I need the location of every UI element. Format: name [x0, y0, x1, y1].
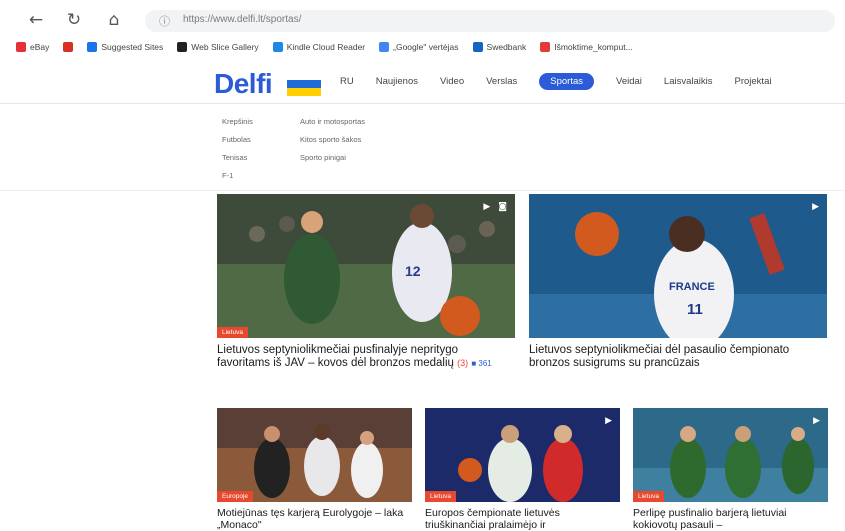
views-value: 361 — [478, 359, 492, 368]
media-icons: ▶ — [813, 416, 820, 426]
basketball-photo-2: FRANCE 11 — [529, 194, 827, 338]
article-headline[interactable]: Motiejūnas tęs karjerą Eurolygoje – laka… — [217, 507, 409, 531]
browser-address-row: ← ↻ ⌂ ⓘ https://www.delfi.lt/sportas/ — [0, 0, 845, 40]
svg-text:12: 12 — [405, 263, 421, 279]
bookmark-web-slice-gallery[interactable]: Web Slice Gallery — [177, 42, 259, 52]
article-tag: Lietuva — [217, 327, 248, 338]
media-icons: ▶ ◙ — [483, 202, 507, 212]
bookmark-ebay[interactable]: eBay — [16, 42, 49, 52]
play-icon: ▶ — [812, 202, 819, 212]
address-bar[interactable]: ⓘ https://www.delfi.lt/sportas/ — [145, 10, 835, 32]
menu-item-veidai[interactable]: Veidai — [616, 73, 642, 90]
article-headline[interactable]: Perlipę pusfinalio barjerą lietuviai kok… — [633, 507, 825, 531]
article-tag: Lietuva — [633, 491, 664, 502]
submenu-item-kitos[interactable]: Kitos sporto šakos — [300, 135, 365, 144]
bookmark-suggested-sites[interactable]: Suggested Sites — [87, 42, 163, 52]
bookmark-favicon-icon — [272, 42, 283, 52]
bookmark-label: Suggested Sites — [101, 42, 164, 52]
article-card[interactable]: ▶ Lietuva Perlipę pusfinalio barjerą lie… — [633, 408, 828, 531]
basketball-photo-4 — [425, 408, 620, 502]
bookmark-google-translate[interactable]: „Google" vertėjas — [379, 42, 459, 52]
article-image[interactable]: FRANCE 11 ▶ — [529, 194, 827, 338]
article-card[interactable]: Europoje Motiejūnas tęs karjerą Eurolygo… — [217, 408, 412, 531]
basketball-photo-1: 12 — [217, 194, 515, 338]
headline-text: Lietuvos septyniolikmečiai dėl pasaulio … — [529, 344, 790, 369]
menu-item-naujienos[interactable]: Naujienos — [376, 73, 418, 90]
menu-item-video[interactable]: Video — [440, 73, 464, 90]
media-icons: ▶ — [812, 202, 819, 212]
views-count: ■ 361 — [471, 359, 492, 368]
bookmark-kindle[interactable]: Kindle Cloud Reader — [272, 42, 366, 52]
url-text[interactable]: https://www.delfi.lt/sportas/ — [183, 14, 301, 25]
camera-icon: ◙ — [498, 202, 507, 212]
menu-item-laisvalaikis[interactable]: Laisvalaikis — [664, 73, 713, 90]
submenu-item-tenisas[interactable]: Tenisas — [222, 153, 253, 162]
bookmark-label: Swedbank — [486, 42, 527, 52]
bookmark-favicon-icon — [177, 42, 188, 52]
article-headline[interactable]: Europos čempionate lietuvės triuškinanči… — [425, 507, 617, 531]
media-icons: ▶ — [605, 416, 612, 426]
menu-item-projektai[interactable]: Projektai — [735, 73, 772, 90]
article-card[interactable]: ▶ Lietuva Europos čempionate lietuvės tr… — [425, 408, 620, 531]
bookmark-label: eBay — [30, 42, 50, 52]
bookmark-label: Išmoktime_komput... — [554, 42, 633, 52]
headline-text: Motiejūnas tęs karjerą Eurolygoje – laka… — [217, 507, 404, 531]
site-info-icon[interactable]: ⓘ — [159, 13, 170, 29]
submenu-item-f1[interactable]: F-1 — [222, 171, 253, 180]
back-icon[interactable]: ← — [26, 10, 46, 30]
bookmark-favicon-icon — [472, 42, 483, 52]
reload-icon[interactable]: ↻ — [64, 10, 84, 30]
article-image[interactable]: ▶ Lietuva — [633, 408, 828, 502]
bookmark-favicon-icon — [87, 42, 98, 52]
bookmark-favicon-icon — [379, 42, 390, 52]
menu-item-ru[interactable]: RU — [340, 73, 354, 90]
submenu-item-futbolas[interactable]: Futbolas — [222, 135, 253, 144]
article-image[interactable]: Europoje — [217, 408, 412, 502]
submenu-item-krepsinis[interactable]: Krepšinis — [222, 117, 253, 126]
bookmark-gmail[interactable] — [63, 42, 74, 52]
headline-text: Lietuvos septyniolikmečiai pusfinalyje n… — [217, 344, 458, 369]
article-headline[interactable]: Lietuvos septyniolikmečiai pusfinalyje n… — [217, 344, 507, 370]
basketball-photo-3 — [217, 408, 412, 502]
article-card[interactable]: FRANCE 11 ▶ Lietuvos septyniolikmečiai d… — [529, 194, 827, 394]
svg-text:FRANCE: FRANCE — [669, 281, 715, 293]
gmail-icon — [63, 42, 74, 52]
bookmarks-bar: eBay Suggested Sites Web Slice Gallery K… — [0, 36, 845, 58]
bookmark-label: „Google" vertėjas — [393, 42, 459, 52]
home-icon[interactable]: ⌂ — [104, 10, 124, 30]
bookmark-label: Kindle Cloud Reader — [286, 42, 366, 52]
article-tag: Lietuva — [425, 491, 456, 502]
bookmark-label: Web Slice Gallery — [191, 42, 259, 52]
site-header: Delfi RU Naujienos Video Verslas Sportas… — [0, 60, 845, 104]
submenu-column-2: Auto ir motosportas Kitos sporto šakos S… — [300, 117, 365, 162]
menu-item-sportas[interactable]: Sportas — [539, 73, 595, 90]
article-image[interactable]: ▶ Lietuva — [425, 408, 620, 502]
delfi-logo[interactable]: Delfi — [214, 69, 273, 99]
play-icon: ▶ — [483, 202, 491, 212]
comment-count[interactable]: (3) — [457, 358, 468, 368]
basketball-photo-5 — [633, 408, 828, 502]
ukraine-flag-icon — [287, 80, 321, 96]
menu-item-verslas[interactable]: Verslas — [486, 73, 517, 90]
bookmark-favicon-icon — [16, 42, 26, 52]
submenu-item-pinigai[interactable]: Sporto pinigai — [300, 153, 365, 162]
bookmark-ismoktime[interactable]: Išmoktime_komput... — [540, 42, 633, 52]
play-icon: ▶ — [813, 416, 820, 426]
svg-text:11: 11 — [687, 301, 703, 318]
headline-text: Europos čempionate lietuvės triuškinanči… — [425, 507, 560, 531]
submenu-item-auto[interactable]: Auto ir motosportas — [300, 117, 365, 126]
article-headline[interactable]: Lietuvos septyniolikmečiai dėl pasaulio … — [529, 344, 819, 370]
sport-submenu: Krepšinis Futbolas Tenisas F-1 Auto ir m… — [0, 105, 845, 191]
play-icon: ▶ — [605, 416, 612, 426]
article-tag: Europoje — [217, 491, 254, 502]
bookmark-favicon-icon — [540, 42, 551, 52]
headline-text: Perlipę pusfinalio barjerą lietuviai kok… — [633, 507, 787, 531]
article-image[interactable]: 12 ▶ ◙ Lietuva — [217, 194, 515, 338]
submenu-column-1: Krepšinis Futbolas Tenisas F-1 — [222, 117, 253, 180]
article-card[interactable]: 12 ▶ ◙ Lietuva Lietuvos septyniolikmečia… — [217, 194, 515, 394]
main-menu: RU Naujienos Video Verslas Sportas Veida… — [340, 73, 771, 90]
bookmark-swedbank[interactable]: Swedbank — [472, 42, 527, 52]
